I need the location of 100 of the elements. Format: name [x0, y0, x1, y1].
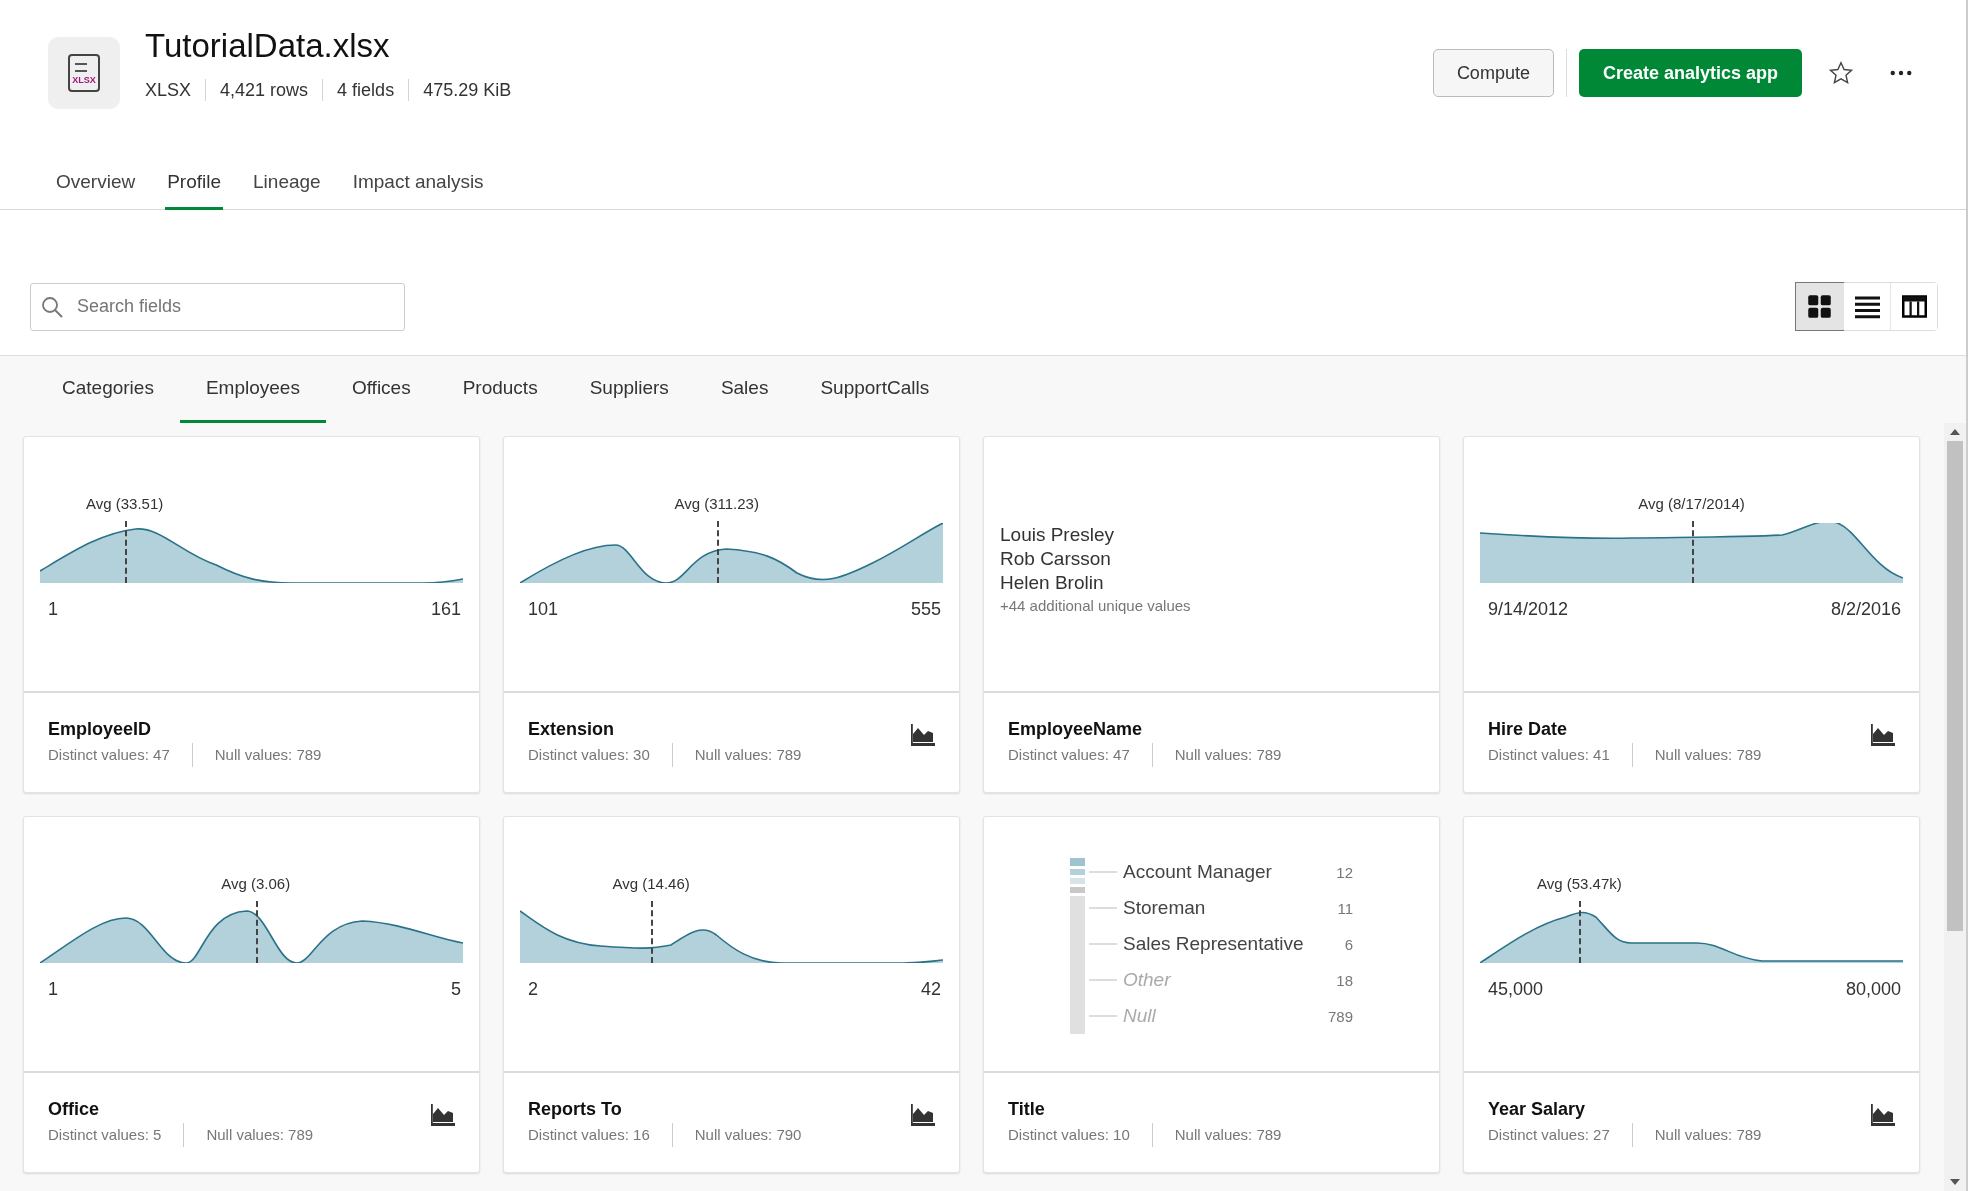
leader-line	[1089, 871, 1117, 873]
distinct-count: Distinct values: 30	[528, 746, 650, 763]
distinct-count: Distinct values: 41	[1488, 746, 1610, 763]
table-view-button[interactable]	[1890, 283, 1937, 330]
area-chart-icon[interactable]	[911, 723, 935, 746]
minimum-value: 45,000	[1488, 978, 1544, 1000]
null-count: Null values: 789	[214, 746, 322, 763]
leader-line	[1089, 907, 1117, 909]
table-tab[interactable]: Sales	[694, 356, 795, 423]
field-card[interactable]: Avg (311.23) 101 555 Extension Distinct values: 30 Null values: 789	[503, 436, 960, 793]
nav-tab[interactable]: Profile	[165, 171, 224, 210]
table-tab[interactable]: Employees	[179, 356, 326, 423]
maximum-value: 8/2/2016	[1830, 598, 1901, 620]
maximum-value: 555	[910, 598, 941, 620]
category-count: 12	[1335, 863, 1353, 881]
sample-value: Helen Brolin	[1000, 570, 1105, 595]
grid-icon	[1807, 294, 1832, 319]
field-name: Reports To	[528, 1098, 623, 1120]
leader-line	[1089, 943, 1117, 945]
dataset-meta: XLSX	[145, 79, 193, 101]
field-name: Office	[48, 1098, 100, 1120]
search-icon	[40, 294, 64, 319]
distinct-count: Distinct values: 10	[1008, 1126, 1130, 1143]
grid-view-button[interactable]	[1796, 283, 1843, 330]
dataset-meta: 4 fields	[322, 79, 409, 101]
table-tab[interactable]: SupportCalls	[794, 356, 956, 423]
area-chart-icon[interactable]	[431, 1103, 455, 1126]
field-name: Year Salary	[1488, 1098, 1587, 1120]
field-name: Extension	[528, 718, 616, 740]
field-name: Hire Date	[1488, 718, 1569, 740]
compute-button[interactable]: Compute	[1432, 49, 1554, 97]
distinct-count: Distinct values: 27	[1488, 1126, 1610, 1143]
average-label: Avg (53.47k)	[1537, 874, 1622, 892]
category-label: Other	[1123, 969, 1172, 991]
distinct-count: Distinct values: 5	[48, 1126, 162, 1143]
area-chart-icon[interactable]	[911, 1103, 935, 1126]
nav-tab[interactable]: Overview	[54, 171, 138, 210]
area-chart-icon[interactable]	[1871, 1103, 1895, 1126]
average-label: Avg (14.46)	[612, 874, 690, 892]
average-line	[1691, 520, 1694, 583]
average-line	[1579, 900, 1582, 963]
search-field[interactable]: Search fields	[30, 282, 405, 331]
distinct-count: Distinct values: 47	[48, 746, 170, 763]
sample-value: Louis Presley	[1000, 522, 1116, 547]
average-line	[124, 520, 127, 583]
scrollbar[interactable]	[1944, 423, 1966, 1191]
average-line	[255, 900, 258, 963]
field-card[interactable]: Account Manager 12 Storeman 11 Sales Representative 6 Other 18 Null 789 Title Distinct values: 10 Null values: 789	[983, 816, 1440, 1173]
field-name: Title	[1008, 1098, 1046, 1120]
scroll-up-icon[interactable]	[1950, 429, 1960, 435]
null-count: Null values: 789	[206, 1126, 314, 1143]
category-label: Account Manager	[1123, 861, 1273, 883]
field-card[interactable]: Avg (33.51) 1 161 EmployeeID Distinct values: 47 Null values: 789	[23, 436, 480, 793]
additional-values-note: +44 additional unique values	[1000, 596, 1192, 614]
average-label: Avg (8/17/2014)	[1638, 494, 1745, 512]
table-tab[interactable]: Offices	[325, 356, 437, 423]
field-card[interactable]: Avg (8/17/2014) 9/14/2012 8/2/2016 Hire Date Distinct values: 41 Null values: 789	[1463, 436, 1920, 793]
category-count: 11	[1336, 899, 1353, 917]
nav-tab[interactable]: Lineage	[251, 171, 323, 210]
field-card[interactable]: Avg (53.47k) 45,000 80,000 Year Salary Distinct values: 27 Null values: 789	[1463, 816, 1920, 1173]
category-label: Storeman	[1123, 897, 1207, 919]
area-chart-icon[interactable]	[1871, 723, 1895, 746]
null-count: Null values: 789	[694, 746, 802, 763]
scrollbar-thumb[interactable]	[1947, 441, 1963, 931]
dataset-title: TutorialData.xlsx	[145, 27, 391, 65]
table-tab[interactable]: Suppliers	[563, 356, 695, 423]
table-tab[interactable]: Categories	[36, 356, 180, 423]
minimum-value: 1	[48, 598, 58, 620]
scroll-down-icon[interactable]	[1950, 1179, 1960, 1185]
table-tab[interactable]: Products	[436, 356, 564, 423]
distinct-count: Distinct values: 16	[528, 1126, 650, 1143]
null-count: Null values: 789	[1654, 1126, 1762, 1143]
distinct-count: Distinct values: 47	[1008, 746, 1130, 763]
create-app-button[interactable]: Create analytics app	[1578, 49, 1802, 97]
null-count: Null values: 789	[1174, 1126, 1282, 1143]
dataset-meta: 4,421 rows	[205, 79, 323, 101]
field-card[interactable]: Avg (3.06) 1 5 Office Distinct values: 5 Null values: 789	[23, 816, 480, 1173]
field-name: EmployeeName	[1008, 718, 1144, 740]
leader-line	[1089, 979, 1117, 981]
null-count: Null values: 789	[1174, 746, 1282, 763]
sample-value: Rob Carsson	[1000, 546, 1112, 571]
document-icon: XLSX	[68, 54, 100, 92]
table-icon	[1901, 294, 1927, 319]
minimum-value: 2	[528, 978, 538, 1000]
average-line	[716, 520, 719, 583]
field-card[interactable]: Louis Presley Rob Carsson Helen Brolin +44 additional unique values EmployeeName Distinct values: 47 Null values: 789	[983, 436, 1440, 793]
average-label: Avg (3.06)	[221, 874, 291, 892]
nav-tab[interactable]: Impact analysis	[350, 171, 486, 210]
field-name: EmployeeID	[48, 718, 153, 740]
star-icon[interactable]	[1828, 60, 1854, 86]
field-card[interactable]: Avg (14.46) 2 42 Reports To Distinct values: 16 Null values: 790	[503, 816, 960, 1173]
category-count: 6	[1343, 935, 1353, 953]
average-label: Avg (33.51)	[85, 494, 164, 512]
maximum-value: 5	[451, 978, 461, 1000]
minimum-value: 9/14/2012	[1488, 598, 1569, 620]
minimum-value: 1	[48, 978, 58, 1000]
leader-line	[1089, 1015, 1117, 1017]
maximum-value: 80,000	[1845, 978, 1901, 1000]
category-label: Sales Representative	[1123, 933, 1305, 955]
more-icon[interactable]	[1890, 69, 1912, 77]
